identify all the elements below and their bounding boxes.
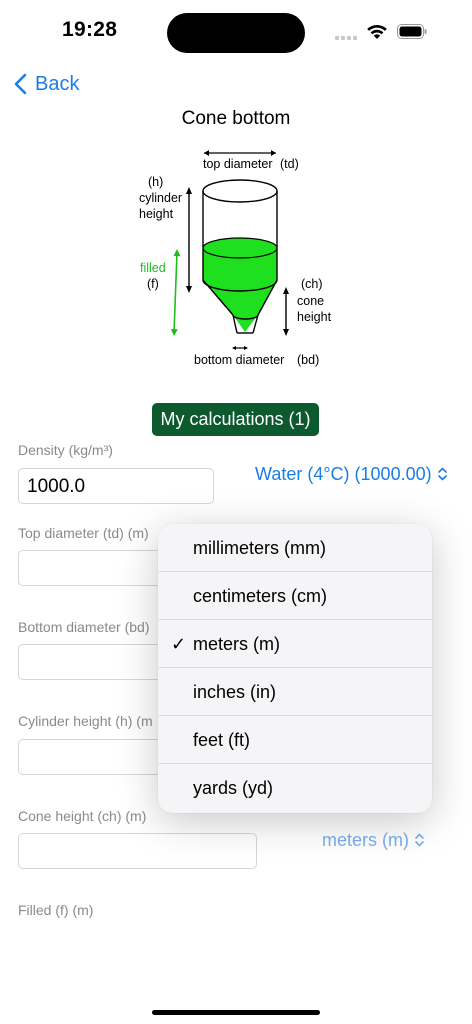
cone-height-unit-picker[interactable]: meters (m) bbox=[322, 828, 424, 852]
page-title: Cone bottom bbox=[181, 108, 291, 129]
cone-height-label: height bbox=[297, 310, 332, 324]
cellular-signal-icon bbox=[335, 34, 359, 40]
wifi-icon bbox=[367, 24, 387, 39]
cone-height-arrow bbox=[283, 287, 289, 336]
menu-item-label: yards (yd) bbox=[193, 778, 274, 798]
menu-item-label: millimeters (mm) bbox=[193, 538, 326, 558]
filled-arrow bbox=[170, 249, 181, 336]
liquid-fill bbox=[203, 248, 277, 332]
back-button[interactable]: Back bbox=[14, 70, 79, 98]
bottom-diameter-label: bottom diameter bbox=[194, 353, 284, 367]
menu-item-yards[interactable]: yards (yd) bbox=[158, 764, 432, 812]
top-diameter-code: (td) bbox=[280, 157, 299, 171]
bottom-diameter-field-label: Bottom diameter (bd) bbox=[18, 619, 150, 635]
cone-bottom-diagram: top diameter (td) (h) cylinder height fi… bbox=[139, 150, 332, 367]
back-label: Back bbox=[35, 72, 80, 95]
menu-item-label: meters (m) bbox=[193, 634, 280, 654]
filled-code: (f) bbox=[147, 277, 159, 291]
menu-item-inches[interactable]: inches (in) bbox=[158, 668, 432, 716]
menu-item-label: inches (in) bbox=[193, 682, 277, 702]
cylinder-height-arrow bbox=[186, 187, 192, 293]
dynamic-island bbox=[167, 13, 305, 53]
liquid-surface bbox=[202, 237, 278, 259]
density-material-picker[interactable]: Water (4°C) (1000.00) bbox=[255, 462, 447, 486]
menu-item-label: feet (ft) bbox=[193, 730, 251, 750]
menu-item-millimeters[interactable]: millimeters (mm) bbox=[158, 524, 432, 572]
menu-item-feet[interactable]: feet (ft) bbox=[158, 716, 432, 764]
bottom-diameter-code: (bd) bbox=[297, 353, 319, 367]
chevron-up-down-icon bbox=[437, 467, 447, 481]
chevron-up-down-icon bbox=[415, 833, 424, 847]
density-label: Density (kg/m³) bbox=[18, 442, 113, 458]
top-diameter-label: top diameter bbox=[203, 157, 272, 171]
bottom-diameter-arrow bbox=[232, 346, 248, 350]
battery-icon bbox=[397, 24, 427, 39]
cylinder-height-field-label: Cylinder height (h) (m bbox=[18, 713, 153, 729]
density-input[interactable]: 1000.0 bbox=[18, 468, 214, 504]
cone-height-input[interactable] bbox=[18, 833, 257, 869]
unit-dropdown-menu: millimeters (mm) centimeters (cm) ✓ mete… bbox=[158, 524, 432, 813]
my-calculations-button[interactable]: My calculations (1) bbox=[152, 403, 319, 436]
cone-label: cone bbox=[297, 294, 324, 308]
cone-height-code: (ch) bbox=[301, 277, 323, 291]
top-diameter-arrow bbox=[204, 150, 276, 156]
cylinder-label: cylinder bbox=[139, 191, 182, 205]
cylinder-height-code: (h) bbox=[148, 175, 163, 189]
checkmark-icon: ✓ bbox=[171, 634, 187, 654]
density-picker-value: Water (4°C) (1000.00) bbox=[255, 463, 432, 484]
menu-item-meters[interactable]: ✓ meters (m) bbox=[158, 620, 432, 668]
cone-height-unit-value: meters (m) bbox=[322, 829, 409, 850]
cone-height-field-label: Cone height (ch) (m) bbox=[18, 808, 147, 824]
top-diameter-field-label: Top diameter (td) (m) bbox=[18, 525, 149, 541]
menu-item-centimeters[interactable]: centimeters (cm) bbox=[158, 572, 432, 620]
filled-field-label: Filled (f) (m) bbox=[18, 902, 94, 918]
home-indicator[interactable] bbox=[152, 1010, 320, 1015]
filled-label: filled bbox=[140, 261, 166, 275]
cylinder-height-label: height bbox=[139, 207, 174, 221]
menu-item-label: centimeters (cm) bbox=[193, 586, 328, 606]
chevron-left-icon bbox=[14, 73, 27, 95]
status-time: 19:28 bbox=[62, 18, 118, 41]
